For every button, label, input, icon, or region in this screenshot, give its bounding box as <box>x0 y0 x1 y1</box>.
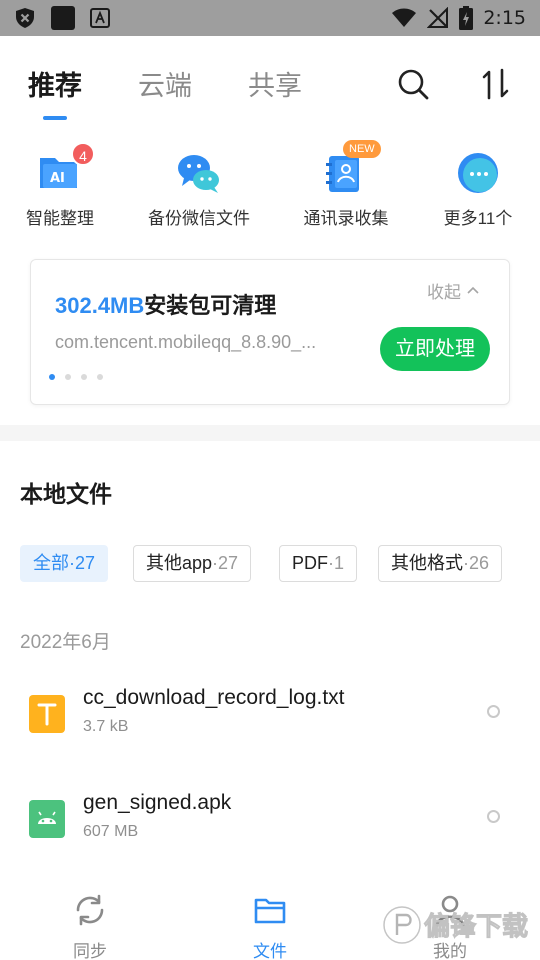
no-signal-icon <box>427 7 449 28</box>
carousel-dots <box>49 374 103 380</box>
quick-action-contacts-collect[interactable]: NEW 通讯录收集 <box>286 140 406 229</box>
nav-item-files[interactable]: 文件 <box>230 892 310 960</box>
apk-file-icon <box>29 800 65 838</box>
carousel-dot <box>49 374 55 380</box>
file-size: 3.7 kB <box>83 718 129 735</box>
file-size: 607 MB <box>83 823 139 840</box>
new-badge: NEW <box>343 140 381 158</box>
collapse-button[interactable]: 收起 <box>427 278 479 303</box>
cleanup-package-name: com.tencent.mobileqq_8.8.90_... <box>55 332 317 352</box>
filter-label: PDF <box>292 553 328 573</box>
filter-label: 其他格式 <box>391 553 463 573</box>
quick-action-label: 通讯录收集 <box>303 209 389 228</box>
nav-label: 同步 <box>73 942 107 960</box>
text-file-icon <box>29 695 65 733</box>
process-now-button[interactable]: 立即处理 <box>380 327 490 371</box>
filter-count: ·26 <box>463 553 490 573</box>
file-name: gen_signed.apk <box>83 791 232 814</box>
more-dots-icon <box>458 153 498 193</box>
collapse-label: 收起 <box>427 283 461 302</box>
nav-item-sync[interactable]: 同步 <box>50 892 130 960</box>
carousel-dot <box>65 374 71 380</box>
cleanup-title-text: 安装包可清理 <box>144 293 277 318</box>
file-name: cc_download_record_log.txt <box>83 686 345 709</box>
filter-label: 其他app <box>146 553 213 573</box>
tab-share[interactable]: 共享 <box>248 64 302 103</box>
wechat-icon <box>178 155 219 193</box>
wifi-icon <box>392 8 417 27</box>
filter-chip-other-app[interactable]: 其他app·27 <box>133 545 252 582</box>
shield-icon <box>16 8 34 28</box>
watermark-logo: 偏锋下载 <box>383 906 529 944</box>
chevron-up-icon <box>467 286 479 294</box>
svg-text:AI: AI <box>50 171 65 186</box>
watermark-text: 偏锋下载 <box>424 911 528 942</box>
top-tab-bar: 推荐 云端 共享 <box>0 36 540 126</box>
filter-chip-other-format[interactable]: 其他格式·26 <box>378 545 503 582</box>
file-row[interactable]: gen_signed.apk 607 MB <box>0 785 540 875</box>
quick-actions: AI 4 智能整理 备份微信文件 NEW 通讯录收集 更多11个 <box>0 140 540 240</box>
quick-action-label: 更多11个 <box>443 209 513 228</box>
filter-count: ·27 <box>69 553 96 573</box>
filter-chip-all[interactable]: 全部·27 <box>20 545 109 582</box>
cleanup-card: 302.4MB安装包可清理 收起 com.tencent.mobileqq_8.… <box>30 259 510 405</box>
quick-action-label: 智能整理 <box>26 209 94 228</box>
quick-action-smart-organize[interactable]: AI 4 智能整理 <box>0 142 120 229</box>
local-files-heading: 本地文件 <box>20 481 112 507</box>
filter-count: ·27 <box>212 553 239 573</box>
quick-action-label: 备份微信文件 <box>148 209 250 228</box>
tab-cloud[interactable]: 云端 <box>138 64 192 103</box>
status-time: 2:15 <box>483 7 526 29</box>
battery-charging-icon <box>459 6 474 30</box>
notification-badge: 4 <box>71 142 95 166</box>
section-divider <box>0 425 540 441</box>
sort-icon[interactable] <box>478 66 514 102</box>
nav-label: 文件 <box>253 942 287 960</box>
quick-action-backup-wechat[interactable]: 备份微信文件 <box>139 150 259 229</box>
folder-icon <box>254 898 286 924</box>
filter-count: ·1 <box>328 553 345 573</box>
search-icon[interactable] <box>395 66 431 102</box>
font-a-icon <box>90 8 110 28</box>
sync-icon <box>76 894 104 926</box>
cleanup-title: 302.4MB安装包可清理 <box>55 288 276 320</box>
file-select-radio[interactable] <box>487 810 500 823</box>
date-group-header: 2022年6月 <box>20 632 111 653</box>
quick-action-more[interactable]: 更多11个 <box>418 150 538 229</box>
cleanup-size: 302.4MB <box>55 293 145 318</box>
filter-label: 全部 <box>33 553 69 573</box>
carousel-dot <box>81 374 87 380</box>
active-tab-indicator <box>43 116 67 120</box>
filter-chip-pdf[interactable]: PDF·1 <box>279 545 358 582</box>
file-row[interactable]: cc_download_record_log.txt 3.7 kB <box>0 680 540 770</box>
status-bar: 2:15 <box>0 0 540 36</box>
carousel-dot <box>97 374 103 380</box>
tab-recommend[interactable]: 推荐 <box>28 64 82 103</box>
file-select-radio[interactable] <box>487 705 500 718</box>
square-app-icon <box>51 6 75 30</box>
